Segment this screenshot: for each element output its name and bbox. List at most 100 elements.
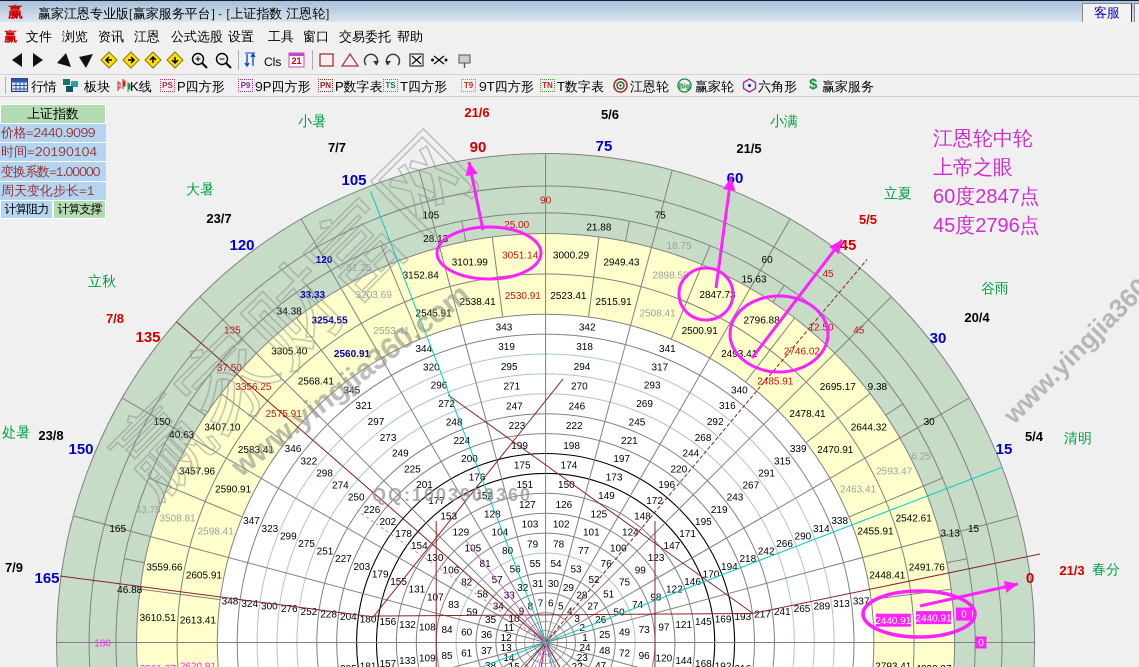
svg-text:202: 202 <box>379 517 396 528</box>
svg-text:35: 35 <box>485 615 497 626</box>
svg-text:43.75: 43.75 <box>136 505 161 516</box>
svg-text:6: 6 <box>548 599 554 610</box>
svg-text:315: 315 <box>774 456 791 467</box>
svg-text:174: 174 <box>561 461 578 472</box>
svg-text:105: 105 <box>465 543 482 554</box>
svg-text:76: 76 <box>601 559 613 570</box>
svg-text:51: 51 <box>603 590 615 601</box>
svg-text:291: 291 <box>758 468 775 479</box>
svg-text:294: 294 <box>574 362 591 373</box>
svg-text:4: 4 <box>567 607 573 618</box>
svg-text:246: 246 <box>568 401 585 412</box>
svg-text:155: 155 <box>390 577 407 588</box>
svg-text:45度2796点: 45度2796点 <box>933 214 1040 237</box>
svg-text:148: 148 <box>634 512 651 523</box>
svg-text:105: 105 <box>341 172 366 189</box>
svg-text:340: 340 <box>731 385 748 396</box>
svg-text:5/5: 5/5 <box>859 212 877 227</box>
svg-text:30: 30 <box>548 579 560 590</box>
svg-text:225: 225 <box>404 464 421 475</box>
svg-text:145: 145 <box>695 617 712 628</box>
svg-text:45: 45 <box>822 269 834 280</box>
svg-text:2644.32: 2644.32 <box>851 423 888 434</box>
svg-text:338: 338 <box>831 516 848 527</box>
svg-text:273: 273 <box>380 433 397 444</box>
svg-text:3559.66: 3559.66 <box>146 563 183 574</box>
svg-text:131: 131 <box>409 585 426 596</box>
svg-text:323: 323 <box>262 524 279 535</box>
svg-text:297: 297 <box>368 417 385 428</box>
svg-text:221: 221 <box>621 436 638 447</box>
svg-text:20/4: 20/4 <box>964 310 990 325</box>
svg-text:2515.91: 2515.91 <box>596 297 633 308</box>
svg-text:2530.91: 2530.91 <box>505 291 542 302</box>
svg-text:84: 84 <box>441 625 453 636</box>
svg-text:150: 150 <box>68 441 93 458</box>
svg-text:2523.41: 2523.41 <box>550 291 587 302</box>
svg-text:上帝之眼: 上帝之眼 <box>933 156 1013 179</box>
svg-text:78: 78 <box>553 539 565 550</box>
svg-text:265: 265 <box>794 604 811 615</box>
svg-text:45: 45 <box>853 325 865 336</box>
svg-text:2491.76: 2491.76 <box>909 563 946 574</box>
svg-text:23/7: 23/7 <box>206 211 231 226</box>
svg-text:318: 318 <box>576 342 593 353</box>
svg-text:27: 27 <box>587 602 599 613</box>
svg-text:2440.91: 2440.91 <box>915 614 952 625</box>
svg-text:0: 0 <box>961 610 967 621</box>
svg-text:小暑: 小暑 <box>298 113 326 129</box>
svg-text:21.88: 21.88 <box>586 223 611 234</box>
svg-text:1: 1 <box>582 633 588 644</box>
svg-text:2598.41: 2598.41 <box>198 527 235 538</box>
svg-text:249: 249 <box>392 449 409 460</box>
svg-text:121: 121 <box>675 620 692 631</box>
svg-text:12: 12 <box>501 633 513 644</box>
svg-text:290: 290 <box>795 531 812 542</box>
svg-text:83: 83 <box>448 600 460 611</box>
svg-text:6.25: 6.25 <box>911 452 931 463</box>
svg-text:2463.41: 2463.41 <box>840 484 877 495</box>
svg-text:339: 339 <box>790 444 807 455</box>
svg-text:3610.51: 3610.51 <box>140 613 177 624</box>
svg-text:126: 126 <box>555 500 572 511</box>
svg-text:322: 322 <box>300 456 317 467</box>
svg-text:108: 108 <box>419 622 436 633</box>
svg-text:QQ:1003903360: QQ:1003903360 <box>372 485 532 505</box>
svg-text:2695.17: 2695.17 <box>820 382 857 393</box>
svg-text:3101.99: 3101.99 <box>452 257 489 268</box>
svg-text:60度2847点: 60度2847点 <box>933 185 1040 208</box>
svg-text:7/9: 7/9 <box>5 560 23 575</box>
svg-text:274: 274 <box>332 481 349 492</box>
svg-text:处暑: 处暑 <box>1 424 30 440</box>
svg-text:0: 0 <box>1026 570 1034 587</box>
svg-text:169: 169 <box>715 615 732 626</box>
svg-text:53: 53 <box>570 565 582 576</box>
svg-text:275: 275 <box>298 539 315 550</box>
svg-text:293: 293 <box>644 381 661 392</box>
svg-text:55: 55 <box>530 559 542 570</box>
svg-text:135: 135 <box>135 329 160 346</box>
svg-text:谷雨: 谷雨 <box>981 280 1009 296</box>
svg-text:2847.73: 2847.73 <box>699 290 736 301</box>
svg-text:90: 90 <box>540 196 552 207</box>
svg-text:21: 21 <box>291 56 301 66</box>
svg-text:105: 105 <box>423 211 440 222</box>
svg-text:222: 222 <box>566 421 583 432</box>
svg-text:30: 30 <box>930 330 947 347</box>
svg-text:203: 203 <box>353 562 370 573</box>
svg-text:3: 3 <box>574 614 580 625</box>
svg-text:立夏: 立夏 <box>884 185 912 201</box>
svg-text:18.75: 18.75 <box>666 241 691 252</box>
svg-text:59: 59 <box>467 608 479 619</box>
svg-text:2470.91: 2470.91 <box>817 445 854 456</box>
svg-text:3000.29: 3000.29 <box>553 251 590 262</box>
svg-text:21/6: 21/6 <box>464 105 489 120</box>
svg-text:79: 79 <box>527 539 539 550</box>
svg-text:224: 224 <box>453 436 470 447</box>
svg-text:268: 268 <box>695 433 712 444</box>
svg-text:321: 321 <box>356 401 373 412</box>
svg-text:165: 165 <box>34 570 59 587</box>
svg-text:75: 75 <box>655 211 667 222</box>
svg-text:江恩轮中轮: 江恩轮中轮 <box>933 128 1033 150</box>
svg-text:77: 77 <box>578 546 590 557</box>
